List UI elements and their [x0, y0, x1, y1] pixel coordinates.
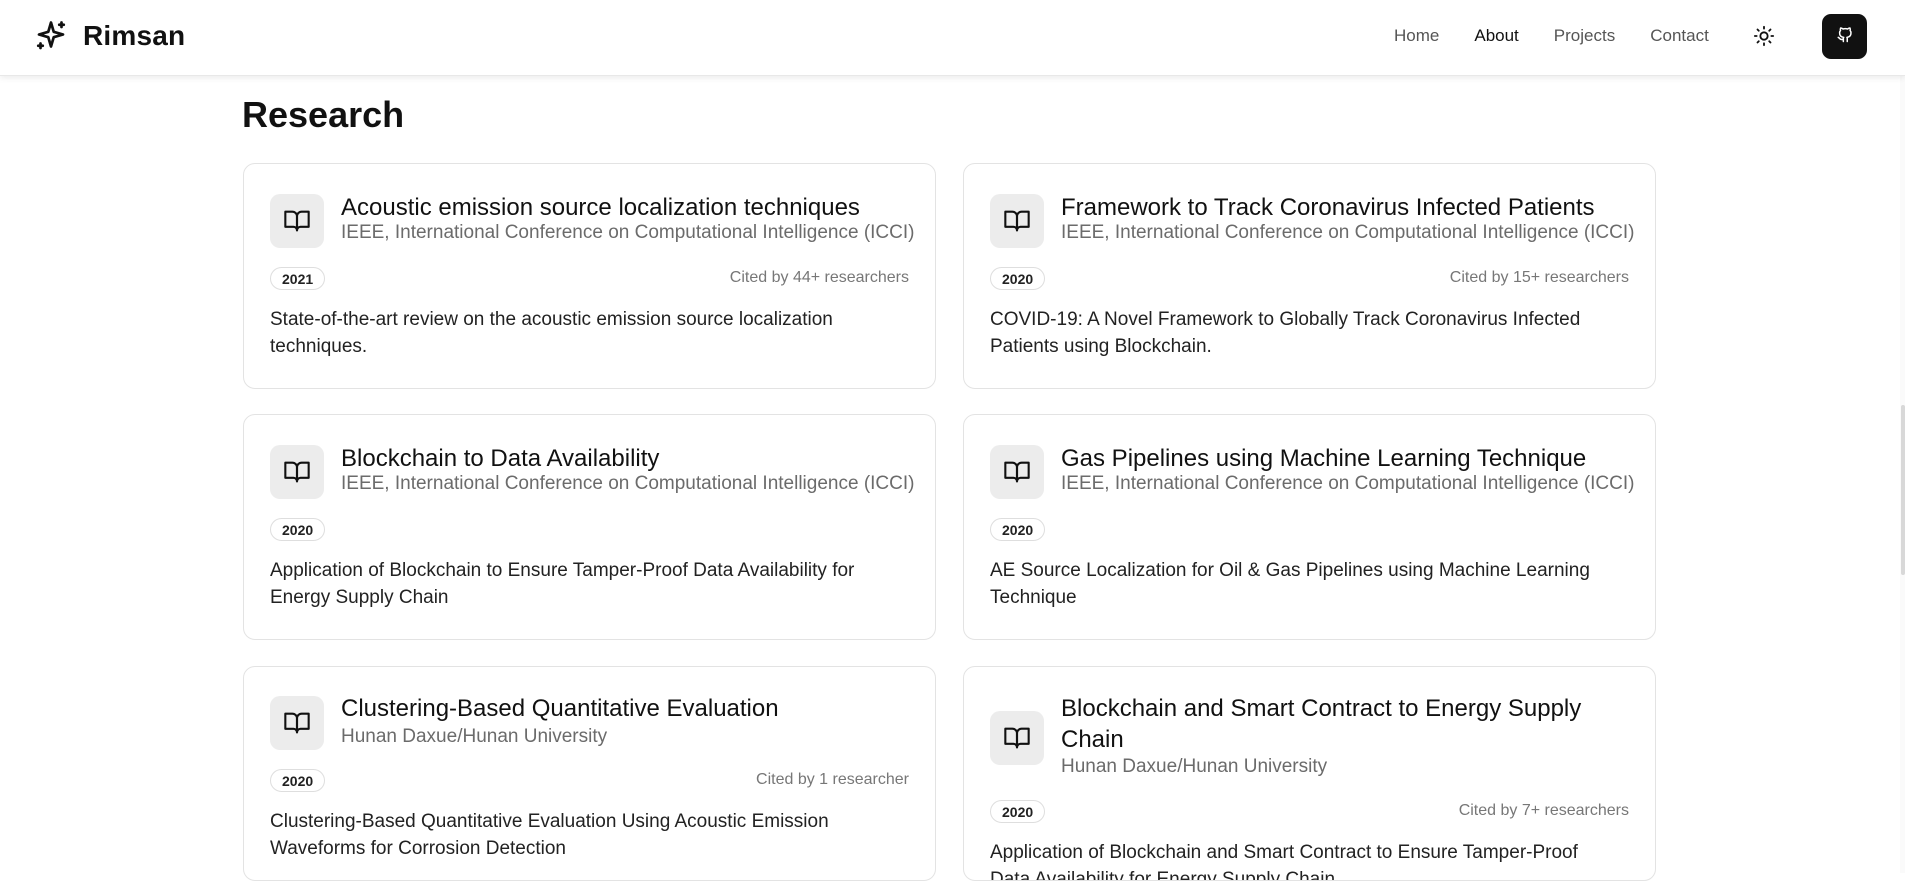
sparkle-icon [33, 18, 69, 54]
year-badge: 2020 [990, 267, 1046, 290]
citation-count: Cited by 15+ researchers [1449, 269, 1629, 286]
card-description: Application of Blockchain to Ensure Tamp… [270, 560, 855, 608]
book-icon [270, 194, 324, 248]
card-description: Clustering-Based Quantitative Evaluation… [270, 811, 829, 859]
book-icon [990, 194, 1044, 248]
brand-name: Rimsan [83, 20, 186, 51]
book-icon [990, 445, 1044, 499]
section-title: Research [242, 94, 405, 135]
research-card[interactable]: Clustering-Based Quantitative Evaluation… [243, 666, 936, 881]
github-icon [1836, 25, 1854, 48]
sun-icon [1753, 25, 1775, 52]
theme-toggle-button[interactable] [1748, 22, 1780, 54]
nav-home[interactable]: Home [1394, 26, 1439, 46]
nav-projects[interactable]: Projects [1554, 26, 1615, 46]
nav-contact[interactable]: Contact [1650, 26, 1709, 46]
year-badge: 2020 [990, 518, 1046, 541]
card-venue: Hunan Daxue/Hunan University [341, 726, 608, 747]
book-icon [270, 696, 324, 750]
citation-count: Cited by 1 researcher [756, 771, 909, 788]
research-card[interactable]: Framework to Track Coronavirus Infected … [963, 163, 1656, 389]
card-description: AE Source Localization for Oil & Gas Pip… [990, 560, 1590, 608]
card-title: Blockchain to Data Availability [341, 445, 660, 472]
card-venue: IEEE, International Conference on Comput… [1061, 222, 1635, 243]
research-card[interactable]: Blockchain to Data Availability IEEE, In… [243, 414, 936, 640]
card-title: Framework to Track Coronavirus Infected … [1061, 194, 1595, 221]
citation-count: Cited by 44+ researchers [729, 269, 909, 286]
main-nav: Home About Projects Contact [1394, 26, 1744, 46]
card-description: State-of-the-art review on the acoustic … [270, 309, 833, 357]
card-description: Application of Blockchain and Smart Cont… [990, 842, 1578, 881]
nav-about[interactable]: About [1474, 26, 1518, 46]
card-description: COVID-19: A Novel Framework to Globally … [990, 309, 1581, 357]
card-title: Clustering-Based Quantitative Evaluation [341, 695, 779, 722]
card-title: Gas Pipelines using Machine Learning Tec… [1061, 445, 1587, 472]
card-venue: IEEE, International Conference on Comput… [341, 473, 915, 494]
card-title: Blockchain and Smart Contract to Energy … [1061, 695, 1582, 753]
book-icon [270, 445, 324, 499]
research-card[interactable]: Acoustic emission source localization te… [243, 163, 936, 389]
year-badge: 2020 [990, 800, 1046, 823]
logo[interactable]: Rimsan [33, 18, 185, 54]
card-venue: IEEE, International Conference on Comput… [1061, 473, 1635, 494]
year-badge: 2020 [270, 769, 326, 792]
year-badge: 2021 [270, 267, 326, 290]
site-header: Rimsan Home About Projects Contact [0, 0, 1905, 76]
book-icon [990, 711, 1044, 765]
card-title: Acoustic emission source localization te… [341, 194, 860, 221]
year-badge: 2020 [270, 518, 326, 541]
research-card[interactable]: Gas Pipelines using Machine Learning Tec… [963, 414, 1656, 640]
card-venue: Hunan Daxue/Hunan University [1061, 756, 1328, 777]
scrollbar-thumb[interactable] [1901, 405, 1905, 575]
research-card[interactable]: Blockchain and Smart Contract to Energy … [963, 666, 1656, 881]
card-venue: IEEE, International Conference on Comput… [341, 222, 915, 243]
github-button[interactable] [1822, 14, 1867, 59]
citation-count: Cited by 7+ researchers [1458, 802, 1629, 819]
